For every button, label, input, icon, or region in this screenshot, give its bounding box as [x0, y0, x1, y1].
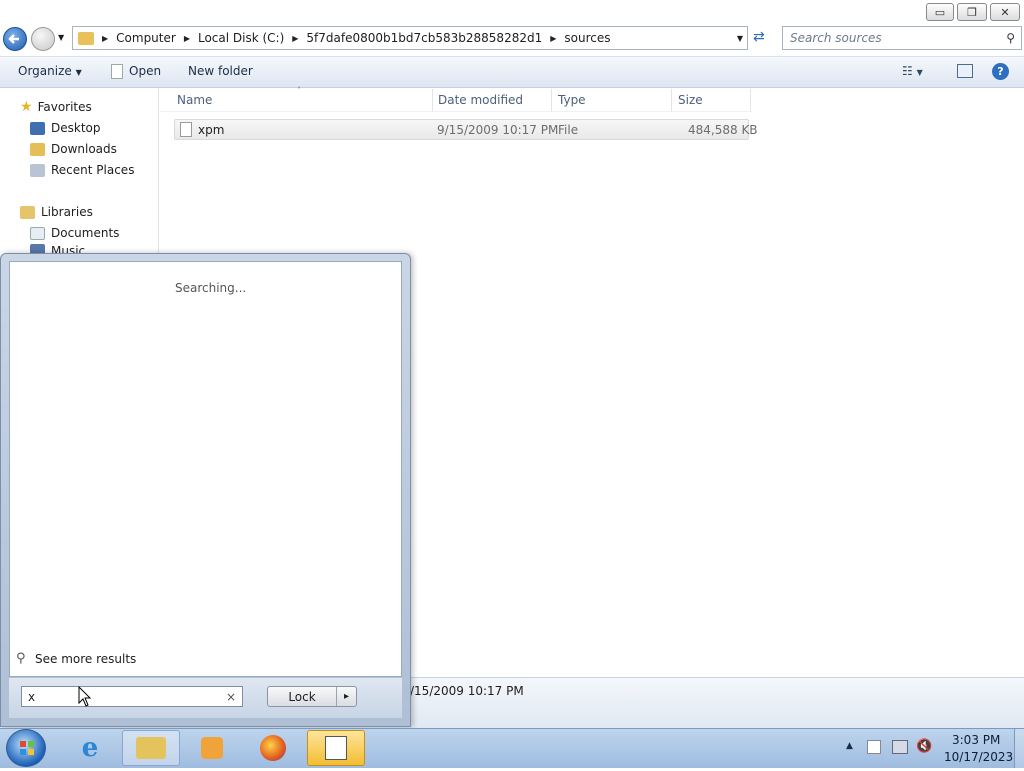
- column-size[interactable]: Size: [678, 93, 703, 107]
- file-date: 9/15/2009 10:17 PM: [437, 123, 559, 137]
- chevron-down-icon: ▼: [75, 68, 82, 77]
- taskbar-media-player[interactable]: [183, 730, 241, 766]
- explorer-folder-icon: [136, 737, 166, 759]
- file-name[interactable]: xpm: [198, 123, 224, 137]
- show-hidden-icons[interactable]: ▲: [846, 741, 853, 751]
- libraries-icon: [20, 205, 35, 219]
- lock-label: Lock: [288, 689, 316, 704]
- details-date: /15/2009 10:17 PM: [410, 684, 524, 698]
- search-placeholder: Search sources: [790, 31, 882, 45]
- nav-item-downloads[interactable]: Downloads: [30, 139, 117, 159]
- minimize-button[interactable]: ▭: [926, 3, 954, 21]
- show-desktop-button[interactable]: [1014, 729, 1024, 768]
- breadcrumb-hash-folder[interactable]: 5f7dafe0800b1bd7cb583b28858282d1: [300, 31, 548, 45]
- taskbar-internet-explorer[interactable]: e: [61, 730, 119, 766]
- file-icon: [180, 122, 192, 137]
- searching-status: Searching...: [175, 281, 247, 295]
- title-bar: [0, 0, 1024, 24]
- taskbar-explorer[interactable]: [122, 730, 180, 766]
- breadcrumb-separator: ▶: [183, 33, 190, 43]
- column-type[interactable]: Type: [558, 93, 586, 107]
- address-dropdown-icon[interactable]: ▼: [737, 34, 743, 43]
- preview-pane-icon[interactable]: [957, 64, 973, 78]
- start-menu-results-panel: [9, 261, 402, 677]
- recent-pages-dropdown[interactable]: ▼: [58, 33, 64, 42]
- back-button[interactable]: [3, 27, 27, 51]
- power-options-arrow-icon[interactable]: ▸: [336, 687, 356, 706]
- breadcrumb-computer[interactable]: Computer: [110, 31, 182, 45]
- column-divider[interactable]: [750, 89, 751, 111]
- clock-time[interactable]: 3:03 PM: [952, 733, 1000, 747]
- maximize-button[interactable]: ❐: [957, 3, 987, 21]
- open-button[interactable]: Open: [129, 64, 161, 78]
- column-divider[interactable]: [671, 89, 672, 111]
- music-icon: [30, 244, 45, 253]
- file-size: 484,588 KB: [688, 123, 758, 137]
- address-bar[interactable]: ▶ Computer ▶ Local Disk (C:) ▶ 5f7dafe08…: [72, 26, 748, 50]
- recent-places-icon: [30, 163, 45, 177]
- nav-item-documents[interactable]: Documents: [30, 223, 119, 243]
- breadcrumb-separator: ▶: [550, 33, 557, 43]
- nav-favorites[interactable]: ★ Favorites: [20, 97, 92, 117]
- desktop-icon: [30, 121, 45, 135]
- folder-icon: [78, 31, 94, 45]
- new-folder-button[interactable]: New folder: [188, 64, 253, 78]
- see-more-results-link[interactable]: See more results: [35, 652, 136, 666]
- start-search-value: x: [28, 689, 36, 704]
- clear-search-icon[interactable]: ×: [226, 690, 236, 704]
- column-date-modified[interactable]: Date modified: [438, 93, 523, 107]
- nav-item-music[interactable]: Music: [30, 244, 85, 253]
- clock-date[interactable]: 10/17/2023: [944, 750, 1013, 764]
- nav-item-desktop[interactable]: Desktop: [30, 118, 101, 138]
- nav-libraries[interactable]: Libraries: [20, 202, 93, 222]
- start-button[interactable]: [6, 729, 46, 767]
- search-input[interactable]: Search sources ⚲: [782, 26, 1022, 50]
- refresh-icon[interactable]: ⇄: [753, 29, 765, 45]
- minimize-icon: ▭: [934, 5, 946, 19]
- magnifier-icon: ⚲: [16, 651, 26, 666]
- start-search-input[interactable]: x ×: [21, 686, 243, 707]
- restore-icon: ❐: [967, 5, 977, 19]
- close-button[interactable]: ✕: [990, 3, 1020, 21]
- taskbar-active-app[interactable]: [307, 730, 365, 766]
- app-window-icon: [325, 736, 347, 760]
- file-type: File: [558, 123, 579, 137]
- search-icon[interactable]: ⚲: [1006, 31, 1015, 45]
- breadcrumb-local-disk[interactable]: Local Disk (C:): [192, 31, 290, 45]
- media-player-icon: [201, 737, 223, 759]
- back-arrow-icon: [8, 34, 19, 44]
- firefox-icon: [260, 735, 286, 761]
- taskbar-firefox[interactable]: [244, 730, 302, 766]
- volume-muted-icon[interactable]: 🔇: [916, 739, 932, 754]
- network-icon[interactable]: [892, 740, 908, 754]
- windows-logo-icon: [20, 741, 34, 755]
- column-divider[interactable]: [432, 89, 433, 111]
- ie-icon: e: [81, 733, 99, 763]
- mouse-cursor-icon: [78, 686, 92, 707]
- column-name[interactable]: Name: [177, 93, 212, 107]
- star-icon: ★: [20, 99, 33, 115]
- action-center-icon[interactable]: [867, 740, 881, 754]
- breadcrumb-sources[interactable]: sources: [558, 31, 616, 45]
- organize-button[interactable]: Organize ▼: [18, 64, 82, 78]
- sort-up-icon: ˄: [297, 86, 301, 95]
- view-options-button[interactable]: ☷ ▼: [902, 64, 923, 78]
- breadcrumb-separator: ▶: [102, 33, 109, 43]
- help-icon[interactable]: ?: [992, 63, 1009, 80]
- downloads-icon: [30, 142, 45, 156]
- column-divider[interactable]: [551, 89, 552, 111]
- breadcrumb-separator: ▶: [292, 33, 299, 43]
- close-icon: ✕: [1000, 5, 1010, 19]
- open-icon: [111, 64, 123, 79]
- forward-button[interactable]: [31, 27, 55, 51]
- lock-button[interactable]: Lock ▸: [267, 686, 357, 707]
- documents-icon: [30, 226, 45, 240]
- nav-item-recent-places[interactable]: Recent Places: [30, 160, 134, 180]
